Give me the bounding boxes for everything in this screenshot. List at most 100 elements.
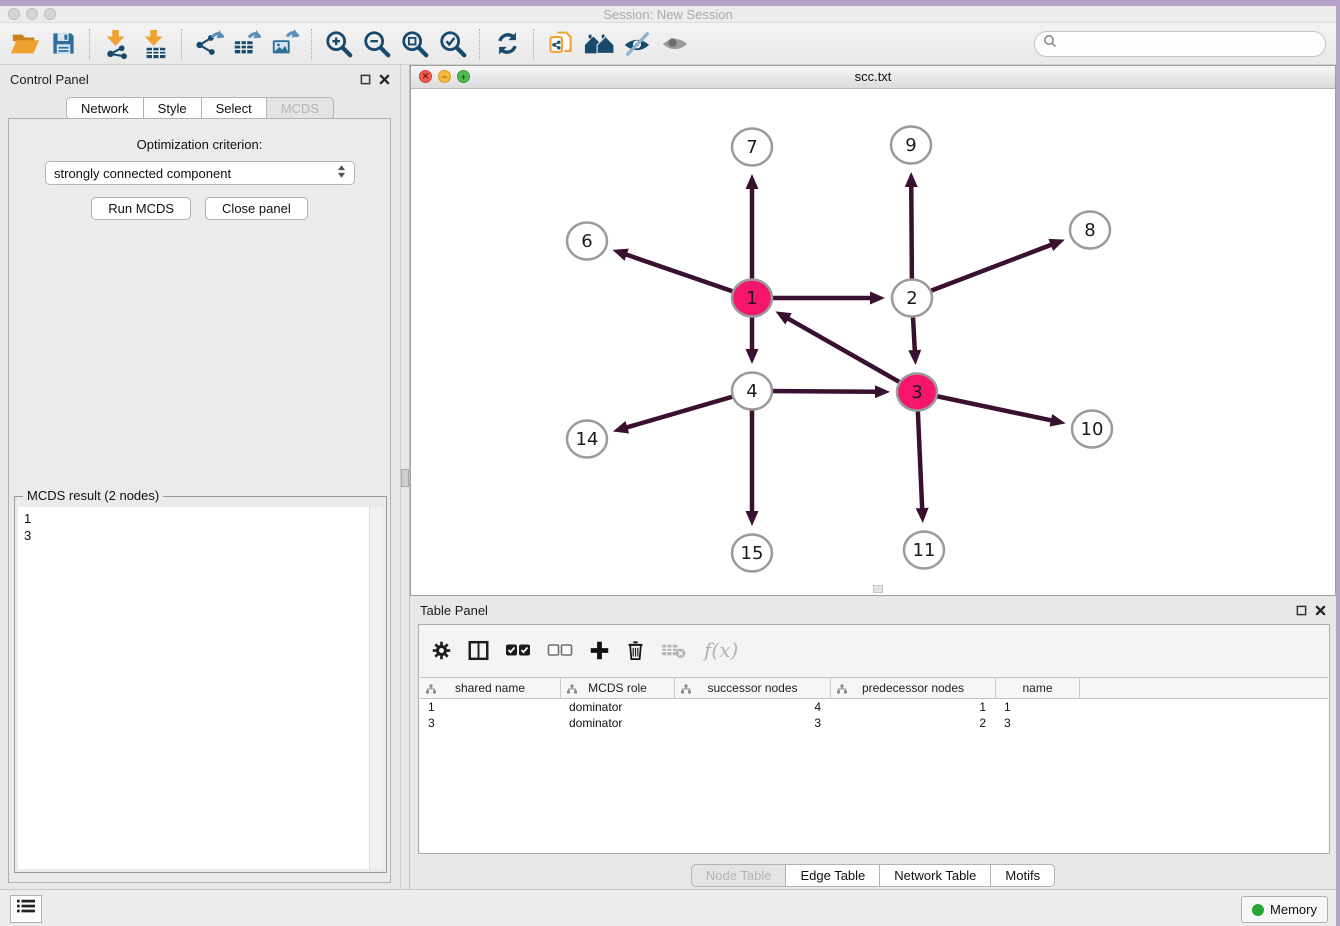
graph-edge-2-8[interactable] bbox=[912, 239, 1065, 298]
tab-motifs[interactable]: Motifs bbox=[990, 864, 1055, 887]
settings-gear-icon[interactable] bbox=[431, 640, 452, 661]
toolbar-separator bbox=[89, 29, 91, 59]
task-history-button[interactable] bbox=[10, 895, 42, 923]
export-network-icon[interactable] bbox=[190, 26, 228, 62]
network-window-titlebar: ✕ − + scc.txt bbox=[411, 66, 1335, 89]
import-network-icon[interactable] bbox=[98, 26, 136, 62]
zoom-out-icon[interactable] bbox=[358, 26, 396, 62]
tab-network[interactable]: Network bbox=[66, 97, 143, 120]
cell-name[interactable]: 3 bbox=[996, 715, 1080, 731]
graph-node-8[interactable]: 8 bbox=[1070, 212, 1110, 249]
add-row-icon[interactable] bbox=[589, 640, 610, 661]
graph-edge-3-10[interactable] bbox=[917, 392, 1066, 427]
network-canvas[interactable]: 7 9 6 8 1 2 4 3 14 10 15 11 bbox=[411, 89, 1335, 595]
list-icon bbox=[17, 899, 35, 919]
export-table-icon[interactable] bbox=[228, 26, 266, 62]
column-header-mcds-role[interactable]: MCDS role bbox=[561, 678, 675, 698]
deselect-all-icon[interactable] bbox=[547, 642, 573, 658]
graph-node-7[interactable]: 7 bbox=[732, 129, 772, 166]
tab-network-table[interactable]: Network Table bbox=[879, 864, 990, 887]
graph-node-11[interactable]: 11 bbox=[904, 532, 944, 569]
function-builder-icon: f(x) bbox=[704, 638, 738, 662]
close-panel-icon[interactable] bbox=[1315, 603, 1326, 621]
graph-node-14[interactable]: 14 bbox=[567, 421, 607, 458]
zoom-in-icon[interactable] bbox=[320, 26, 358, 62]
export-image-icon[interactable] bbox=[266, 26, 304, 62]
search-icon bbox=[1043, 34, 1057, 53]
toolbar-separator bbox=[533, 29, 535, 59]
criterion-dropdown[interactable]: strongly connected component bbox=[45, 161, 355, 185]
table-row[interactable]: 3 dominator 3 2 3 bbox=[420, 715, 1328, 731]
home-layout-icon[interactable] bbox=[580, 26, 618, 62]
graph-node-1[interactable]: 1 bbox=[732, 280, 772, 317]
float-panel-icon[interactable] bbox=[1296, 603, 1307, 621]
first-neighbors-icon[interactable] bbox=[542, 26, 580, 62]
split-panel-icon[interactable] bbox=[468, 640, 489, 661]
tab-select[interactable]: Select bbox=[201, 97, 266, 120]
search-input[interactable] bbox=[1063, 35, 1317, 52]
save-session-icon[interactable] bbox=[44, 26, 82, 62]
cell-predecessor-nodes[interactable]: 1 bbox=[831, 699, 996, 715]
tab-node-table[interactable]: Node Table bbox=[691, 864, 786, 887]
column-header-successor-nodes[interactable]: successor nodes bbox=[675, 678, 831, 698]
column-header-name[interactable]: name bbox=[996, 678, 1080, 698]
graph-node-6[interactable]: 6 bbox=[567, 223, 607, 260]
cell-mcds-role[interactable]: dominator bbox=[561, 699, 675, 715]
search-box[interactable] bbox=[1034, 31, 1326, 57]
close-panel-button[interactable]: Close panel bbox=[205, 197, 308, 220]
open-session-icon[interactable] bbox=[6, 26, 44, 62]
graph-edge-4-14[interactable] bbox=[613, 391, 752, 434]
graph-node-3[interactable]: 3 bbox=[897, 374, 937, 411]
control-panel-title: Control Panel bbox=[10, 72, 89, 87]
column-header-shared-name[interactable]: shared name bbox=[420, 678, 561, 698]
mcds-panel: Optimization criterion: strongly connect… bbox=[8, 118, 391, 883]
import-table-icon[interactable] bbox=[136, 26, 174, 62]
refresh-icon[interactable] bbox=[488, 26, 526, 62]
network-graph[interactable]: 7 9 6 8 1 2 4 3 14 10 15 11 bbox=[411, 89, 1337, 595]
vertical-splitter[interactable] bbox=[400, 65, 410, 889]
close-panel-icon[interactable] bbox=[379, 72, 390, 90]
graph-node-2[interactable]: 2 bbox=[892, 280, 932, 317]
delete-row-icon[interactable] bbox=[626, 640, 645, 661]
table-row[interactable]: 1 dominator 4 1 1 bbox=[420, 699, 1328, 715]
graph-edge-3-1[interactable] bbox=[775, 311, 917, 392]
select-all-icon[interactable] bbox=[505, 642, 531, 658]
tab-edge-table[interactable]: Edge Table bbox=[785, 864, 879, 887]
network-window: ✕ − + scc.txt 7 9 6 8 1 2 4 3 14 10 15 11 bbox=[410, 65, 1336, 596]
hierarchy-icon bbox=[567, 683, 577, 697]
svg-text:11: 11 bbox=[913, 540, 936, 561]
graph-edge-4-15[interactable] bbox=[746, 391, 759, 526]
criterion-value: strongly connected component bbox=[54, 166, 337, 181]
svg-text:9: 9 bbox=[905, 135, 916, 156]
cell-shared-name[interactable]: 1 bbox=[420, 699, 561, 715]
svg-text:14: 14 bbox=[576, 429, 599, 450]
graph-node-9[interactable]: 9 bbox=[891, 127, 931, 164]
result-scrollbar[interactable] bbox=[369, 507, 383, 869]
graph-node-10[interactable]: 10 bbox=[1072, 411, 1112, 448]
status-bar: Memory bbox=[0, 889, 1336, 926]
float-panel-icon[interactable] bbox=[360, 72, 371, 90]
cell-successor-nodes[interactable]: 4 bbox=[675, 699, 831, 715]
tab-mcds[interactable]: MCDS bbox=[266, 97, 334, 120]
column-header-predecessor-nodes[interactable]: predecessor nodes bbox=[831, 678, 996, 698]
cell-successor-nodes[interactable]: 3 bbox=[675, 715, 831, 731]
graph-node-15[interactable]: 15 bbox=[732, 535, 772, 572]
show-all-icon[interactable] bbox=[656, 26, 694, 62]
main-toolbar bbox=[0, 23, 1336, 65]
cell-name[interactable]: 1 bbox=[996, 699, 1080, 715]
graph-edge-1-6[interactable] bbox=[613, 249, 752, 298]
cell-shared-name[interactable]: 3 bbox=[420, 715, 561, 731]
splitter-grip[interactable] bbox=[401, 469, 409, 487]
cell-mcds-role[interactable]: dominator bbox=[561, 715, 675, 731]
canvas-resize-grip[interactable] bbox=[873, 585, 883, 593]
toolbar-separator bbox=[311, 29, 313, 59]
run-mcds-button[interactable]: Run MCDS bbox=[91, 197, 191, 220]
svg-text:4: 4 bbox=[746, 381, 757, 402]
memory-button[interactable]: Memory bbox=[1241, 896, 1328, 923]
cell-predecessor-nodes[interactable]: 2 bbox=[831, 715, 996, 731]
hide-selected-icon[interactable] bbox=[618, 26, 656, 62]
zoom-selected-icon[interactable] bbox=[434, 26, 472, 62]
zoom-fit-icon[interactable] bbox=[396, 26, 434, 62]
tab-style[interactable]: Style bbox=[143, 97, 201, 120]
graph-node-4[interactable]: 4 bbox=[732, 373, 772, 410]
